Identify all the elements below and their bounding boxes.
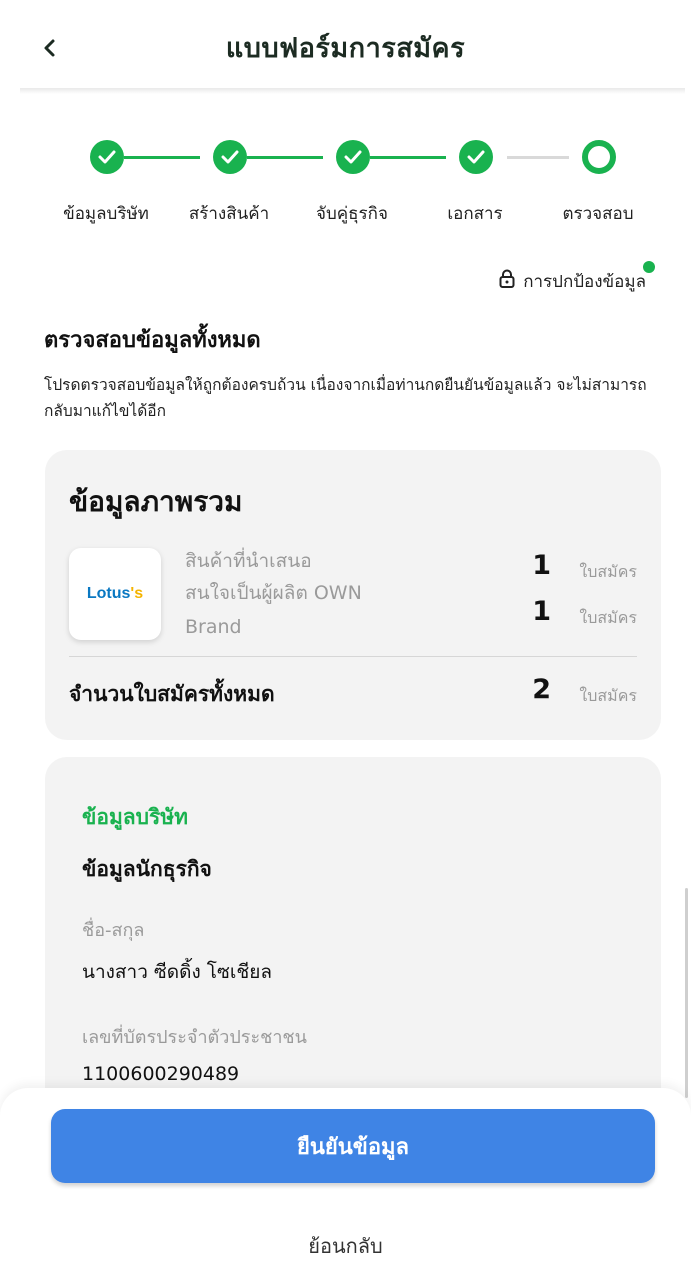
scrollbar[interactable]: [685, 888, 688, 1098]
lock-icon: [499, 269, 515, 294]
step-connector: [247, 156, 323, 159]
own-brand-unit: ใบสมัคร: [579, 608, 637, 627]
progress-stepper: [0, 140, 691, 180]
step-4-done: [459, 140, 493, 174]
entrepreneur-info-heading: ข้อมูลนักธุรกิจ: [82, 857, 212, 881]
total-applications-unit: ใบสมัคร: [579, 686, 637, 705]
page-title: แบบฟอร์มการสมัคร: [225, 33, 466, 64]
step-label: สร้างสินค้า: [188, 204, 270, 224]
own-brand-label-line2: Brand: [185, 616, 242, 638]
overview-card: ข้อมูลภาพรวม Lotus's สินค้าที่นำเสนอ 1 ใ…: [45, 450, 661, 740]
step-connector: [370, 156, 446, 159]
total-applications-label: จำนวนใบสมัครทั้งหมด: [69, 682, 275, 706]
check-icon: [344, 150, 362, 164]
own-brand-count: 1: [532, 596, 551, 627]
check-icon: [221, 150, 239, 164]
company-info-heading: ข้อมูลบริษัท: [82, 805, 188, 829]
app-header: แบบฟอร์มการสมัคร: [0, 0, 691, 92]
step-connector: [124, 156, 200, 159]
step-2-done: [213, 140, 247, 174]
total-applications-count: 2: [532, 674, 551, 705]
review-description: โปรดตรวจสอบข้อมูลให้ถูกต้องครบถ้วน เนื่อ…: [44, 376, 647, 420]
step-label: ตรวจสอบ: [562, 204, 634, 224]
step-label: ข้อมูลบริษัท: [63, 204, 149, 224]
offered-products-unit: ใบสมัคร: [579, 562, 637, 581]
full-name-value: นางสาว ซีดดิ้ง โซเชียล: [82, 961, 273, 983]
check-icon: [98, 150, 116, 164]
id-card-value: 1100600290489: [82, 1063, 240, 1085]
lotus-logo: Lotus's: [69, 548, 161, 640]
step-1-done: [90, 140, 124, 174]
id-card-label: เลขที่บัตรประจำตัวประชาชน: [82, 1027, 307, 1048]
overview-title: ข้อมูลภาพรวม: [69, 485, 243, 518]
overview-divider: [69, 656, 637, 657]
header-divider: [20, 88, 685, 94]
offered-products-label: สินค้าที่นำเสนอ: [185, 550, 312, 572]
step-label: เอกสาร: [447, 204, 503, 224]
data-protection-label: การปกป้องข้อมูล: [523, 272, 646, 292]
check-icon: [467, 150, 485, 164]
data-protection-link[interactable]: การปกป้องข้อมูล: [499, 268, 646, 295]
footer-action-bar: ยืนยันข้อมูล ย้อนกลับ: [0, 1088, 691, 1262]
step-5-current: [582, 140, 616, 174]
review-title: ตรวจสอบข้อมูลทั้งหมด: [44, 328, 261, 353]
offered-products-count: 1: [532, 550, 551, 581]
step-connector: [507, 156, 569, 159]
confirm-button[interactable]: ยืนยันข้อมูล: [51, 1109, 655, 1183]
notification-dot: [643, 261, 655, 273]
own-brand-label-line1: สนใจเป็นผู้ผลิต OWN: [185, 582, 362, 604]
step-3-done: [336, 140, 370, 174]
back-link[interactable]: ย้อนกลับ: [0, 1230, 691, 1262]
full-name-label: ชื่อ-สกุล: [82, 920, 145, 941]
step-label: จับคู่ธุรกิจ: [316, 204, 388, 224]
